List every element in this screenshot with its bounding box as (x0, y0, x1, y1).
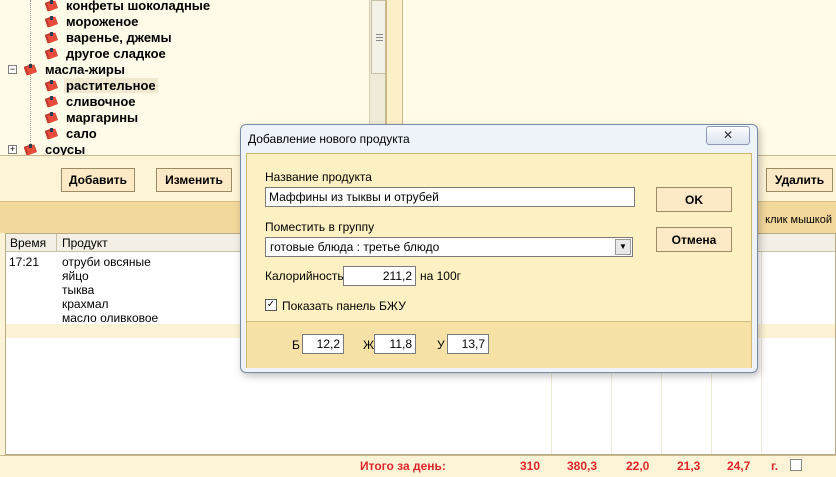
tree-item-label: маргарины (66, 110, 139, 125)
tree-item-label: сало (66, 126, 97, 141)
totals-label: Итого за день: (360, 459, 446, 473)
calorie-label: Калорийность (265, 269, 344, 283)
tree-item[interactable]: сливочное (44, 94, 138, 110)
column-header-time[interactable]: Время (10, 236, 46, 250)
add-button[interactable]: Добавить (61, 168, 135, 192)
product-cell: крахмал (62, 297, 109, 311)
totals-fat: 21,3 (677, 459, 701, 473)
add-product-dialog: Добавление нового продукта ✕ Название пр… (240, 124, 758, 373)
tree-item[interactable]: сало (44, 126, 99, 142)
food-category-icon (23, 143, 38, 155)
tree-item[interactable]: маргарины (44, 110, 140, 126)
tree-item[interactable]: мороженое (44, 14, 140, 30)
product-cell: тыква (62, 283, 95, 297)
bju-panel-checkbox-label: Показать панель БЖУ (282, 299, 406, 313)
dialog-title: Добавление нового продукта (248, 132, 410, 146)
tree-item-label: варенье, джемы (66, 30, 172, 45)
hint-text: клик мышкой (765, 214, 832, 226)
food-category-icon (44, 15, 59, 28)
group-select-value: готовые блюда : третье блюдо (270, 240, 440, 254)
close-icon: ✕ (722, 128, 734, 142)
column-header-product[interactable]: Продукт (62, 236, 108, 250)
scroll-grip-icon (376, 34, 383, 42)
cancel-button[interactable]: Отмена (656, 227, 732, 252)
fat-input[interactable]: 11,8 (374, 334, 416, 354)
food-category-icon (23, 63, 38, 76)
food-category-icon (44, 111, 59, 124)
protein-label: Б (292, 338, 300, 352)
food-category-icon (44, 79, 59, 92)
totals-unit: г. (771, 459, 779, 473)
group-label: Поместить в группу (265, 220, 375, 234)
food-category-icon (44, 127, 59, 140)
column-separator (56, 234, 57, 252)
carbs-label: У (437, 338, 445, 352)
edit-button[interactable]: Изменить (156, 168, 232, 192)
carbs-input[interactable]: 13,7 (447, 334, 489, 354)
delete-button[interactable]: Удалить (766, 168, 833, 192)
totals-carbs: 24,7 (727, 459, 751, 473)
product-name-label: Название продукта (265, 170, 372, 184)
ok-button[interactable]: OK (656, 187, 732, 212)
food-category-icon (44, 31, 59, 44)
tree-item-label: сливочное (66, 94, 136, 109)
protein-input[interactable]: 12,2 (302, 334, 344, 354)
tree-item-label: конфеты шоколадные (66, 0, 211, 13)
dropdown-arrow-icon[interactable]: ▼ (615, 239, 631, 255)
totals-checkbox[interactable] (790, 459, 802, 471)
close-button[interactable]: ✕ (706, 126, 750, 145)
dialog-body: Название продукта Маффины из тыквы и отр… (246, 153, 752, 368)
food-category-icon (44, 47, 59, 60)
bju-panel: Б 12,2 Ж 11,8 У 13,7 (247, 322, 751, 368)
food-category-icon (44, 95, 59, 108)
product-cell: яйцо (62, 269, 89, 283)
expand-icon[interactable]: + (8, 145, 17, 154)
product-name-input[interactable]: Маффины из тыквы и отрубей (265, 187, 635, 207)
tree-item-label: мороженое (66, 14, 139, 29)
totals-kcal: 310 (520, 459, 541, 473)
tree-item[interactable]: растительное (44, 78, 158, 94)
tree-item-label: растительное (64, 78, 158, 93)
totals-protein: 22,0 (626, 459, 650, 473)
tree-item[interactable]: − масла-жиры (8, 62, 127, 78)
tree-item-label: соусы (45, 142, 86, 155)
tree-item[interactable]: другое сладкое (44, 46, 168, 62)
daily-totals-bar: Итого за день: 310 380,3 22,0 21,3 24,7 … (0, 455, 836, 477)
tree-item-label: масла-жиры (45, 62, 125, 77)
tree-item-label: другое сладкое (66, 46, 166, 61)
collapse-icon[interactable]: − (8, 65, 17, 74)
product-cell: масло оливковое (62, 311, 159, 325)
food-category-icon (44, 0, 59, 12)
product-cell: отруби овсяные (62, 255, 151, 269)
time-cell: 17:21 (9, 255, 40, 269)
bju-panel-checkbox[interactable]: ✓ (265, 299, 277, 311)
fat-label: Ж (363, 338, 375, 352)
tree-item[interactable]: варенье, джемы (44, 30, 174, 46)
tree-item[interactable]: + соусы (8, 142, 87, 155)
group-select[interactable]: готовые блюда : третье блюдо ▼ (265, 237, 633, 257)
tree-item[interactable]: конфеты шоколадные (44, 0, 212, 14)
calorie-input[interactable]: 211,2 (343, 266, 416, 286)
tree-scrollbar-thumb[interactable] (371, 0, 385, 74)
calorie-unit: на 100г (420, 269, 462, 283)
totals-weight: 380,3 (567, 459, 598, 473)
